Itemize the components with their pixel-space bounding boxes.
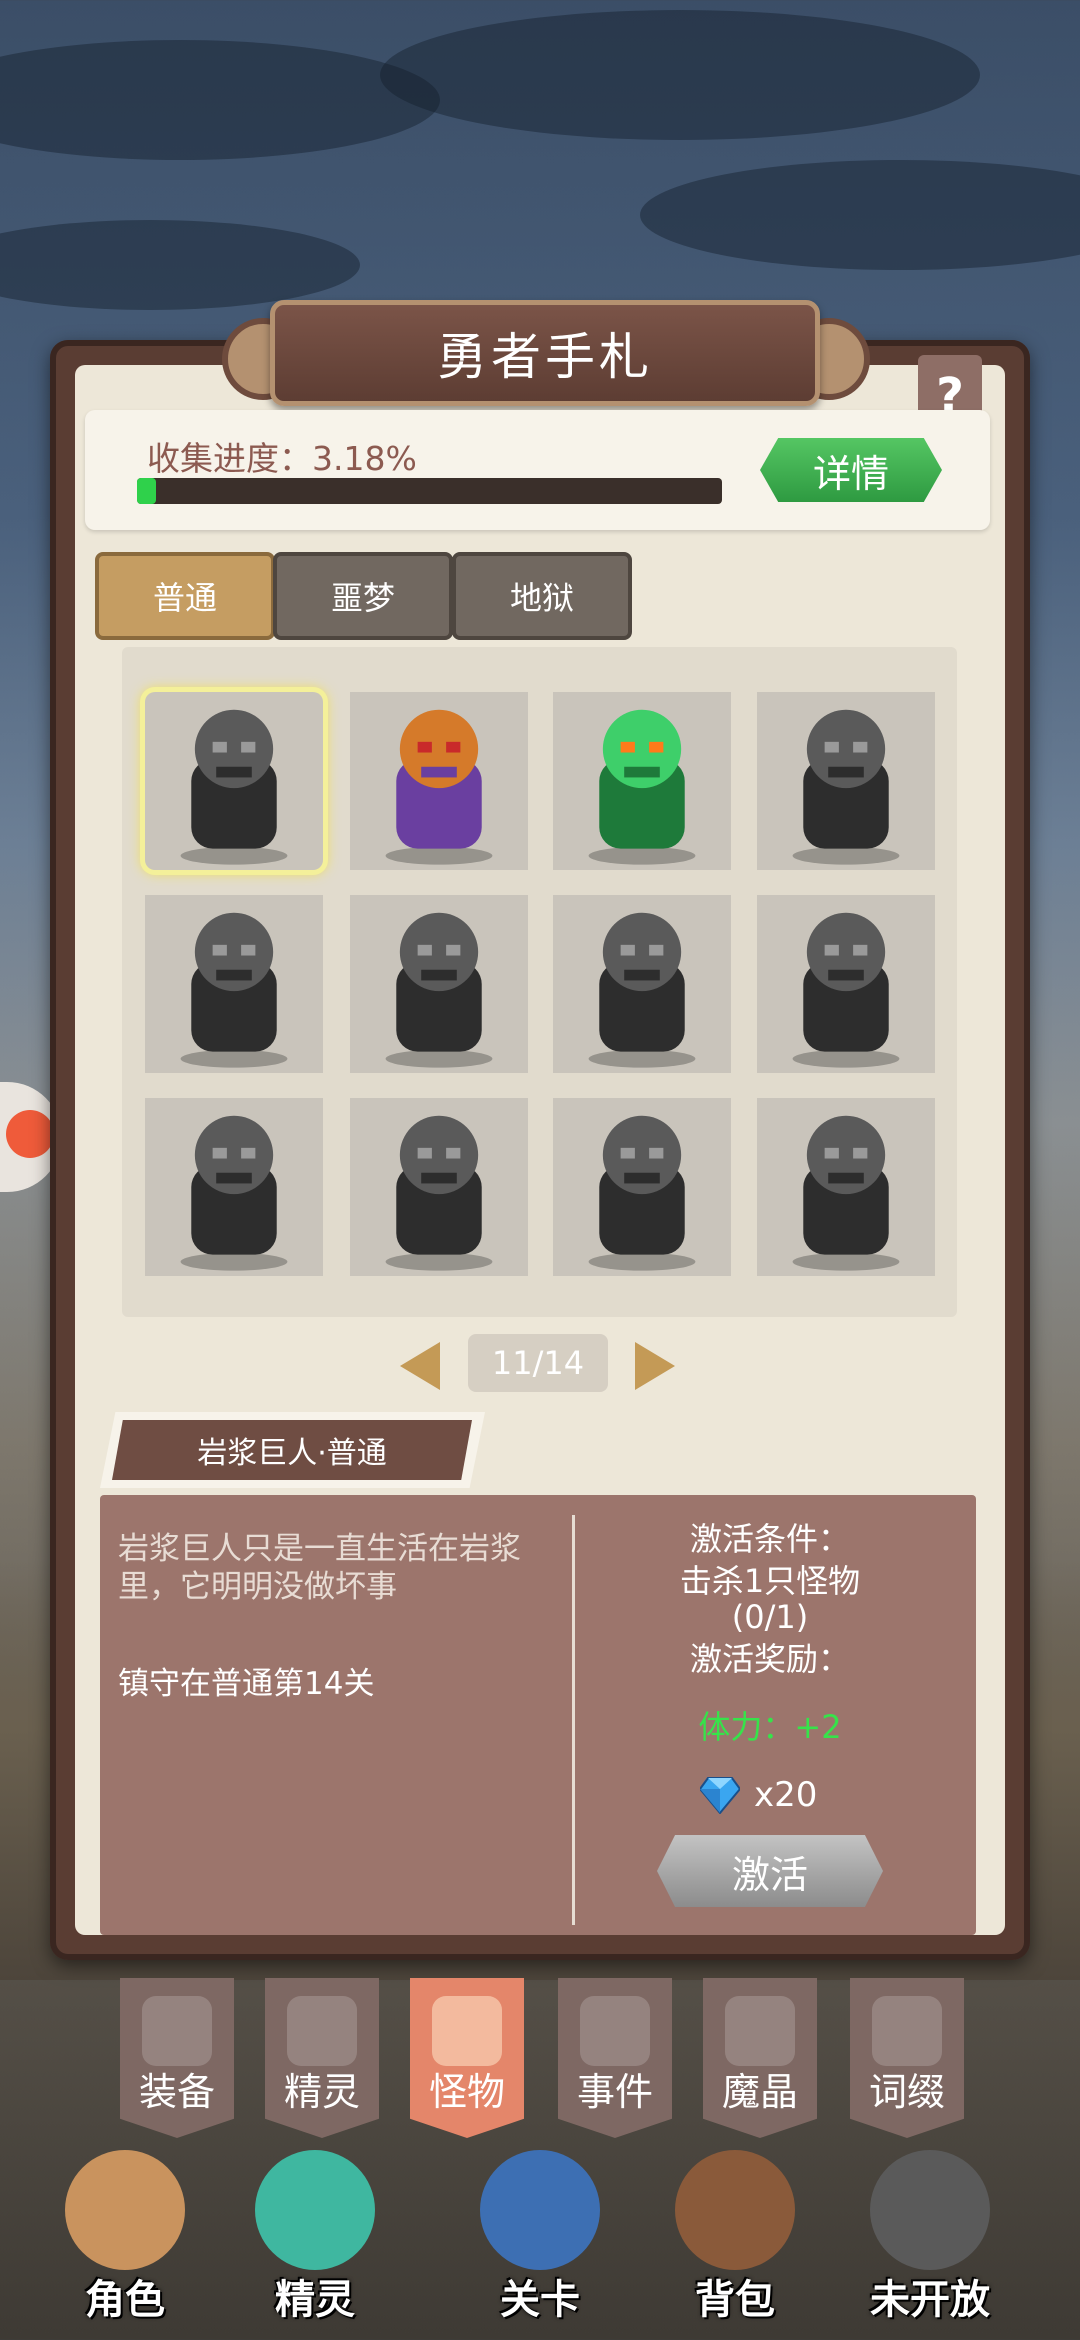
category-tab[interactable]: 怪物 xyxy=(410,1978,524,2138)
hooded-reaper-grey-icon xyxy=(588,912,696,1068)
monster-card[interactable] xyxy=(553,692,731,870)
category-tab[interactable]: 魔晶 xyxy=(703,1978,817,2138)
next-page-arrow[interactable] xyxy=(635,1342,675,1390)
flame-spirit-icon xyxy=(287,1996,357,2066)
category-tab[interactable]: 事件 xyxy=(558,1978,672,2138)
monster-card[interactable] xyxy=(757,1098,935,1276)
category-tab-label: 事件 xyxy=(576,2070,653,2114)
bottom-nav-label: 关卡 xyxy=(500,2277,580,2323)
bottom-nav-label: 精灵 xyxy=(275,2277,355,2323)
bottom-nav-label: 背包 xyxy=(695,2277,775,2323)
reward-title: 激活奖励： xyxy=(689,1640,850,1678)
rock-beast-grey-icon xyxy=(180,709,288,865)
swirl-icon xyxy=(872,1996,942,2066)
prev-page-arrow[interactable] xyxy=(400,1342,440,1390)
monster-card[interactable] xyxy=(553,895,731,1073)
detail-button[interactable]: 详情 xyxy=(760,438,942,502)
bottom-nav-item[interactable]: 精灵 xyxy=(240,2150,390,2325)
scroll-icon xyxy=(580,1996,650,2066)
bottom-nav-item[interactable]: 关卡 xyxy=(465,2150,615,2325)
category-tab-label: 精灵 xyxy=(283,2070,360,2114)
ape-warrior-grey-icon xyxy=(792,709,900,865)
crystal-icon xyxy=(725,1996,795,2066)
condition-title: 激活条件： xyxy=(689,1520,850,1558)
category-tab-label: 词缀 xyxy=(868,2070,945,2114)
category-tab-label: 装备 xyxy=(138,2070,215,2114)
category-tab-label: 魔晶 xyxy=(721,2070,798,2114)
bottom-nav-item[interactable]: 背包 xyxy=(660,2150,810,2325)
bottom-nav-item[interactable]: 未开放 xyxy=(855,2150,1005,2325)
page-indicator: 11/14 xyxy=(468,1334,608,1392)
progress-fill xyxy=(137,478,156,504)
purple-ogre-color-icon xyxy=(385,709,493,865)
reward-stat: 体力：+2 xyxy=(698,1708,842,1746)
collection-progress-card: 收集进度：3.18% 详情 xyxy=(85,410,990,530)
monster-card[interactable] xyxy=(350,1098,528,1276)
category-tab[interactable]: 装备 xyxy=(120,1978,234,2138)
activate-button[interactable]: 激活 xyxy=(657,1835,883,1907)
progress-label-prefix: 收集进度： xyxy=(147,439,312,478)
tab-nightmare[interactable]: 噩梦 xyxy=(273,552,453,640)
monster-card[interactable] xyxy=(757,692,935,870)
monster-card[interactable] xyxy=(145,692,323,870)
monster-card[interactable] xyxy=(350,895,528,1073)
tab-normal[interactable]: 普通 xyxy=(95,552,275,640)
monster-location: 镇守在普通第14关 xyxy=(118,1666,375,1702)
info-divider xyxy=(572,1515,575,1925)
hero-avatar-icon xyxy=(65,2150,185,2270)
page-title: 勇者手札 xyxy=(270,300,820,406)
category-tab-label: 怪物 xyxy=(428,2070,505,2114)
reward-gem-amount: x20 xyxy=(754,1775,818,1815)
tab-hell[interactable]: 地狱 xyxy=(452,552,632,640)
category-tab[interactable]: 精灵 xyxy=(265,1978,379,2138)
condition-text: 击杀1只怪物 xyxy=(679,1562,861,1600)
flame-knight-axe-grey-icon xyxy=(180,1115,288,1271)
progress-bar xyxy=(137,478,722,504)
monster-card[interactable] xyxy=(145,895,323,1073)
troll-grey-icon xyxy=(180,912,288,1068)
monster-card[interactable] xyxy=(553,1098,731,1276)
diamond-icon xyxy=(700,1777,740,1814)
bottom-nav-item[interactable]: 角色 xyxy=(50,2150,200,2325)
dragon-head-icon xyxy=(432,1996,502,2066)
slime-spirit-icon xyxy=(255,2150,375,2270)
flame-knight-axe-grey-2-icon xyxy=(385,1115,493,1271)
progress-label: 收集进度：3.18% xyxy=(147,432,417,480)
pet-face-icon xyxy=(6,1110,54,1158)
bottom-nav-label: 未开放 xyxy=(870,2277,990,2323)
monster-card[interactable] xyxy=(350,692,528,870)
monster-card[interactable] xyxy=(145,1098,323,1276)
category-tab[interactable]: 词缀 xyxy=(850,1978,964,2138)
green-plant-monster-color-icon xyxy=(588,709,696,865)
stone-golem-grey-icon xyxy=(792,1115,900,1271)
dwarf-warrior-grey-icon xyxy=(588,1115,696,1271)
bottom-nav-label: 角色 xyxy=(85,2277,165,2323)
swords-gate-icon xyxy=(480,2150,600,2270)
helmet-icon xyxy=(142,1996,212,2066)
reward-gem-row: x20 xyxy=(700,1775,817,1815)
monster-description: 岩浆巨人只是一直生活在岩浆里，它明明没做坏事 xyxy=(118,1531,521,1605)
dinosaur-grey-icon xyxy=(792,912,900,1068)
dragon-beast-grey-icon xyxy=(385,912,493,1068)
backpack-icon xyxy=(675,2150,795,2270)
monster-card[interactable] xyxy=(757,895,935,1073)
monster-name: 岩浆巨人·普通 xyxy=(112,1420,472,1480)
condition-progress: (0/1) xyxy=(731,1598,809,1636)
progress-percent: 3.18% xyxy=(312,439,417,478)
locked-icon xyxy=(870,2150,990,2270)
